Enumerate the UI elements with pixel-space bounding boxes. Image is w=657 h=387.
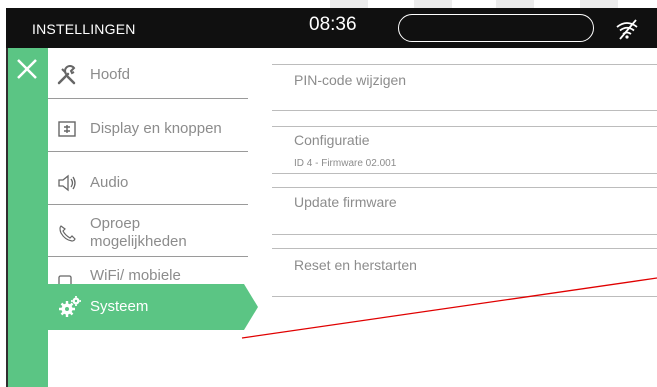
speaker-icon <box>58 174 76 192</box>
content-divider <box>272 296 657 297</box>
menu-label: Hoofd <box>90 66 131 83</box>
content-divider <box>272 110 657 111</box>
left-edge <box>6 48 8 387</box>
menu-divider <box>48 256 248 257</box>
menu-item-display[interactable]: Display en knoppen <box>48 114 248 144</box>
menu-item-oproep[interactable]: Oproep mogelijkheden <box>48 212 248 252</box>
menu-label: Display en knoppen <box>90 120 222 137</box>
tools-icon <box>57 65 76 85</box>
clock: 08:36 <box>309 14 357 35</box>
menu-divider <box>48 98 248 99</box>
content-divider <box>272 248 657 249</box>
menu-item-audio[interactable]: Audio <box>48 168 248 198</box>
content-divider <box>272 187 657 188</box>
row-reset[interactable]: Reset en herstarten <box>294 257 417 273</box>
row-configuratie-detail: ID 4 - Firmware 02.001 <box>294 158 397 169</box>
menu-label: Audio <box>90 174 129 191</box>
close-icon[interactable] <box>14 56 40 82</box>
gears-icon <box>59 296 81 317</box>
content-divider <box>272 126 657 127</box>
top-bar: INSTELLINGEN 08:36 <box>6 8 657 48</box>
display-buttons-icon <box>58 121 76 137</box>
content-divider <box>272 234 657 235</box>
menu-label: Systeem <box>90 298 149 315</box>
menu-divider <box>48 204 248 205</box>
page-title: INSTELLINGEN <box>32 21 136 37</box>
device-screen: INSTELLINGEN 08:36 Hoofd Display en knop… <box>6 8 657 387</box>
menu-divider <box>48 151 248 152</box>
menu-label: Oproep mogelijkheden <box>90 215 187 250</box>
wifi-off-icon[interactable] <box>614 17 640 41</box>
phone-icon <box>59 225 76 242</box>
row-pin-code[interactable]: PIN-code wijzigen <box>294 72 406 88</box>
side-bar <box>6 48 48 387</box>
status-pill[interactable] <box>398 14 594 42</box>
menu-item-systeem[interactable]: Systeem <box>48 284 258 330</box>
content-divider <box>272 64 657 65</box>
menu-item-hoofd[interactable]: Hoofd <box>48 60 248 90</box>
row-configuratie[interactable]: Configuratie <box>294 132 370 148</box>
row-update-firmware[interactable]: Update firmware <box>294 194 397 210</box>
content-divider <box>272 173 657 174</box>
